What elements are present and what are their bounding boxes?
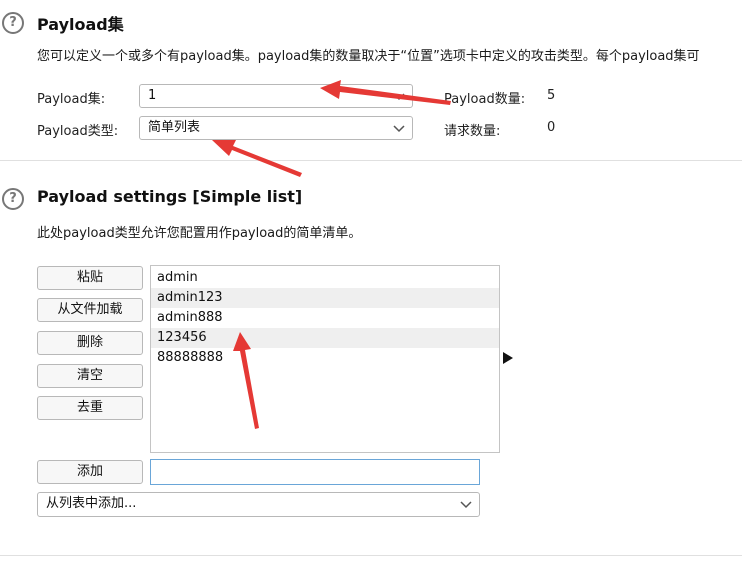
payload-type-value: 简单列表 xyxy=(148,120,201,135)
help-icon[interactable]: ? xyxy=(2,12,24,34)
request-count-label: 请求数量: xyxy=(444,124,501,139)
expand-triangle-icon[interactable] xyxy=(503,352,513,364)
add-from-list-select[interactable]: 从列表中添加... xyxy=(37,492,480,517)
section-divider xyxy=(0,160,742,161)
list-item[interactable]: 88888888 xyxy=(151,348,499,368)
paste-button[interactable]: 粘贴 xyxy=(37,266,143,290)
list-item[interactable]: admin888 xyxy=(151,308,499,328)
payload-count-label: Payload数量: xyxy=(444,92,526,107)
add-button[interactable]: 添加 xyxy=(37,460,143,484)
payload-count-value: 5 xyxy=(547,88,556,103)
deduplicate-button[interactable]: 去重 xyxy=(37,396,143,420)
request-count-value: 0 xyxy=(547,120,556,135)
add-item-input[interactable] xyxy=(150,459,480,485)
list-item[interactable]: admin123 xyxy=(151,288,499,308)
remove-button[interactable]: 删除 xyxy=(37,331,143,355)
list-item[interactable]: admin xyxy=(151,268,499,288)
payload-sets-description: 您可以定义一个或多个有payload集。payload集的数量取决于“位置”选项… xyxy=(37,49,700,64)
chevron-down-icon xyxy=(460,501,472,509)
annotation-arrow xyxy=(212,140,302,177)
payload-settings-description: 此处payload类型允许您配置用作payload的简单清单。 xyxy=(37,226,362,241)
chevron-down-icon xyxy=(393,93,405,101)
payload-set-value: 1 xyxy=(148,88,157,103)
payload-type-select[interactable]: 简单列表 xyxy=(139,116,413,140)
bottom-divider xyxy=(0,555,742,556)
payload-set-label: Payload集: xyxy=(37,92,106,107)
payload-set-select[interactable]: 1 xyxy=(139,84,413,108)
clear-button[interactable]: 清空 xyxy=(37,364,143,388)
payload-list[interactable]: admin admin123 admin888 123456 88888888 xyxy=(150,265,500,453)
add-from-list-label: 从列表中添加... xyxy=(46,496,137,511)
load-from-file-button[interactable]: 从文件加载 xyxy=(37,298,143,322)
chevron-down-icon xyxy=(393,125,405,133)
list-item[interactable]: 123456 xyxy=(151,328,499,348)
payload-type-label: Payload类型: xyxy=(37,124,119,139)
help-icon[interactable]: ? xyxy=(2,188,24,210)
payload-settings-title: Payload settings [Simple list] xyxy=(37,187,303,206)
payload-sets-title: Payload集 xyxy=(37,15,124,34)
